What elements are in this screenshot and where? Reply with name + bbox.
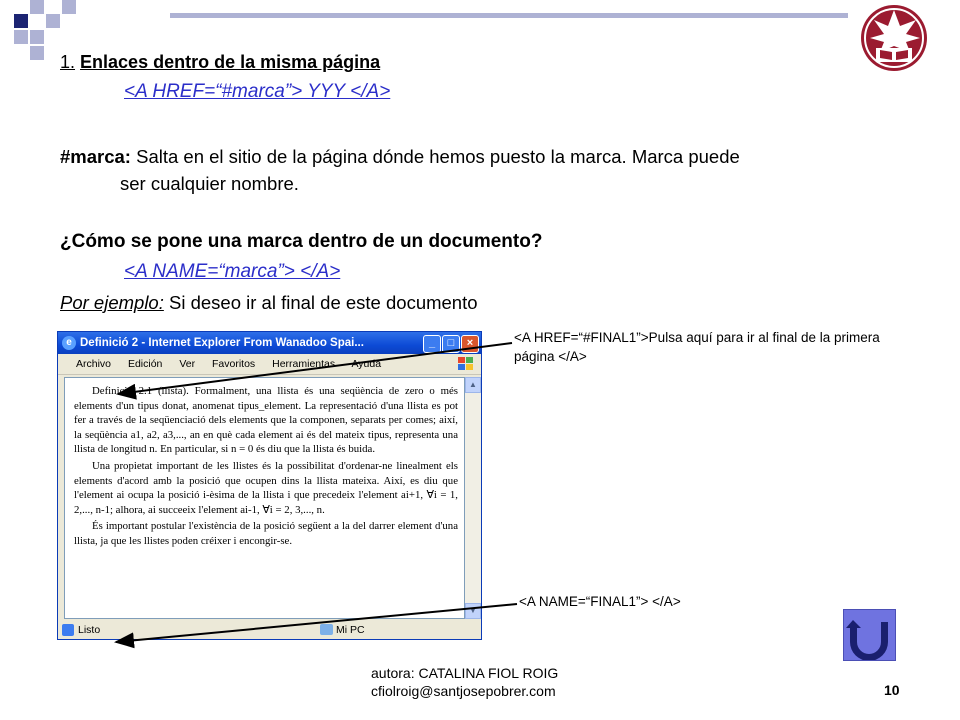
footer-author: autora: CATALINA FIOL ROIG <box>371 665 559 681</box>
page-number: 10 <box>884 682 900 698</box>
href-arrow <box>116 342 513 400</box>
footer-email: cfiolroig@santjosepobrer.com <box>371 683 556 699</box>
u-turn-back-icon <box>846 620 888 661</box>
name-arrow <box>114 603 518 649</box>
back-button[interactable] <box>843 609 896 661</box>
name-annotation: <A NAME=“FINAL1”> </A> <box>519 594 681 609</box>
href-annotation: <A HREF=“#FINAL1”>Pulsa aquí para ir al … <box>514 330 880 364</box>
footer: autora: CATALINA FIOL ROIG cfiolroig@san… <box>371 664 558 700</box>
